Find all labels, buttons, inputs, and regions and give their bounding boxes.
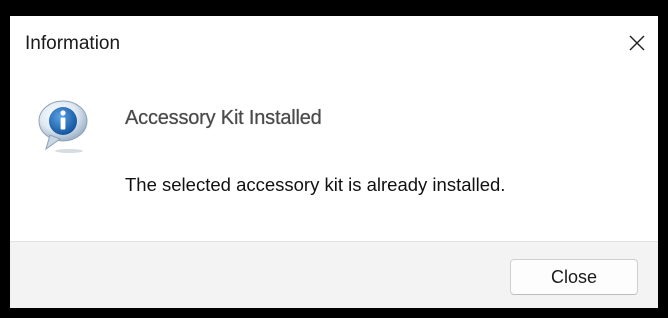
message-heading: Accessory Kit Installed [125, 107, 322, 129]
close-icon [629, 35, 645, 51]
title-close-button[interactable] [618, 20, 656, 66]
information-dialog: Information Accessory Kit Installed The … [10, 16, 658, 308]
info-icon [38, 100, 88, 153]
window-title: Information [25, 33, 121, 54]
title-bar: Information [10, 16, 658, 71]
message-body: The selected accessory kit is already in… [125, 174, 506, 195]
dialog-footer: Close [10, 241, 658, 308]
close-button[interactable]: Close [510, 259, 638, 295]
dialog-content: Accessory Kit Installed The selected acc… [10, 71, 658, 241]
